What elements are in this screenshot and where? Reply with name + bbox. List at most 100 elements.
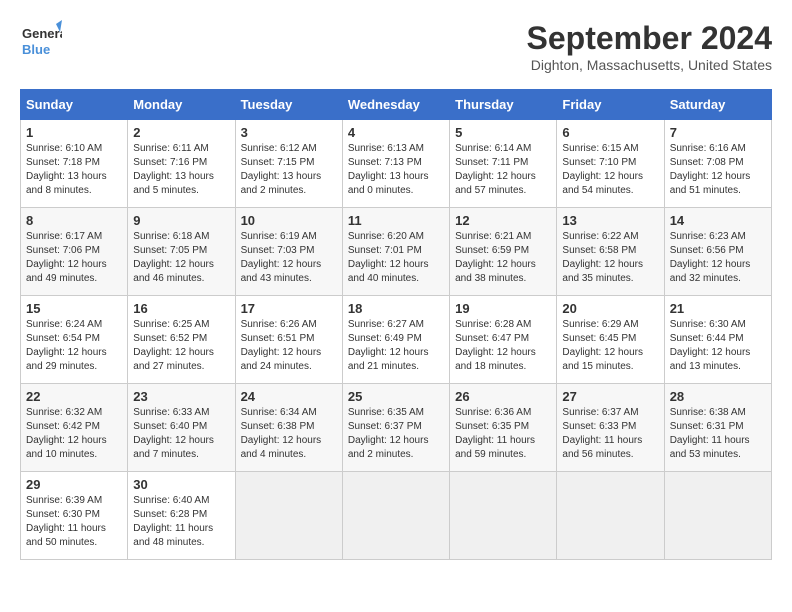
- day-number: 25: [348, 389, 444, 404]
- calendar-day-cell: 10 Sunrise: 6:19 AM Sunset: 7:03 PM Dayli…: [235, 208, 342, 296]
- calendar-day-cell: [450, 472, 557, 560]
- calendar-week-row: 22 Sunrise: 6:32 AM Sunset: 6:42 PM Dayli…: [21, 384, 772, 472]
- calendar-day-cell: 30 Sunrise: 6:40 AM Sunset: 6:28 PM Dayli…: [128, 472, 235, 560]
- calendar-day-cell: 17 Sunrise: 6:26 AM Sunset: 6:51 PM Dayli…: [235, 296, 342, 384]
- day-number: 21: [670, 301, 766, 316]
- day-info: Sunrise: 6:39 AM Sunset: 6:30 PM Dayligh…: [26, 494, 122, 550]
- calendar-day-cell: 3 Sunrise: 6:12 AM Sunset: 7:15 PM Daylig…: [235, 120, 342, 208]
- calendar-week-row: 8 Sunrise: 6:17 AM Sunset: 7:06 PM Daylig…: [21, 208, 772, 296]
- day-number: 4: [348, 125, 444, 140]
- day-info: Sunrise: 6:10 AM Sunset: 7:18 PM Dayligh…: [26, 142, 122, 198]
- calendar-col-header: Monday: [128, 90, 235, 120]
- day-info: Sunrise: 6:36 AM Sunset: 6:35 PM Dayligh…: [455, 406, 551, 462]
- day-number: 28: [670, 389, 766, 404]
- calendar-day-cell: 7 Sunrise: 6:16 AM Sunset: 7:08 PM Daylig…: [664, 120, 771, 208]
- calendar-day-cell: [664, 472, 771, 560]
- day-number: 20: [562, 301, 658, 316]
- day-number: 1: [26, 125, 122, 140]
- title-block: September 2024 Dighton, Massachusetts, U…: [527, 20, 772, 73]
- calendar-day-cell: 13Sunrise: 6:22 AM Sunset: 6:58 PM Dayli…: [557, 208, 664, 296]
- day-number: 6: [562, 125, 658, 140]
- calendar-day-cell: 22 Sunrise: 6:32 AM Sunset: 6:42 PM Dayli…: [21, 384, 128, 472]
- calendar-day-cell: 14Sunrise: 6:23 AM Sunset: 6:56 PM Dayli…: [664, 208, 771, 296]
- day-number: 10: [241, 213, 337, 228]
- day-number: 2: [133, 125, 229, 140]
- day-info: Sunrise: 6:26 AM Sunset: 6:51 PM Dayligh…: [241, 318, 337, 374]
- day-number: 26: [455, 389, 551, 404]
- calendar-day-cell: 19 Sunrise: 6:28 AM Sunset: 6:47 PM Dayli…: [450, 296, 557, 384]
- day-number: 8: [26, 213, 122, 228]
- day-number: 27: [562, 389, 658, 404]
- calendar-day-cell: 8 Sunrise: 6:17 AM Sunset: 7:06 PM Daylig…: [21, 208, 128, 296]
- day-number: 15: [26, 301, 122, 316]
- day-info: Sunrise: 6:22 AM Sunset: 6:58 PM Dayligh…: [562, 230, 658, 286]
- svg-text:Blue: Blue: [22, 42, 50, 57]
- calendar-day-cell: 21Sunrise: 6:30 AM Sunset: 6:44 PM Dayli…: [664, 296, 771, 384]
- day-info: Sunrise: 6:29 AM Sunset: 6:45 PM Dayligh…: [562, 318, 658, 374]
- calendar-col-header: Sunday: [21, 90, 128, 120]
- calendar-day-cell: 12 Sunrise: 6:21 AM Sunset: 6:59 PM Dayli…: [450, 208, 557, 296]
- calendar-day-cell: 29 Sunrise: 6:39 AM Sunset: 6:30 PM Dayli…: [21, 472, 128, 560]
- day-number: 11: [348, 213, 444, 228]
- day-info: Sunrise: 6:19 AM Sunset: 7:03 PM Dayligh…: [241, 230, 337, 286]
- calendar-col-header: Thursday: [450, 90, 557, 120]
- calendar-col-header: Wednesday: [342, 90, 449, 120]
- day-info: Sunrise: 6:35 AM Sunset: 6:37 PM Dayligh…: [348, 406, 444, 462]
- day-info: Sunrise: 6:38 AM Sunset: 6:31 PM Dayligh…: [670, 406, 766, 462]
- calendar-week-row: 29 Sunrise: 6:39 AM Sunset: 6:30 PM Dayli…: [21, 472, 772, 560]
- calendar-day-cell: [557, 472, 664, 560]
- day-number: 30: [133, 477, 229, 492]
- day-info: Sunrise: 6:15 AM Sunset: 7:10 PM Dayligh…: [562, 142, 658, 198]
- day-number: 9: [133, 213, 229, 228]
- calendar-day-cell: 5Sunrise: 6:14 AM Sunset: 7:11 PM Daylig…: [450, 120, 557, 208]
- day-info: Sunrise: 6:16 AM Sunset: 7:08 PM Dayligh…: [670, 142, 766, 198]
- calendar-day-cell: 1 Sunrise: 6:10 AM Sunset: 7:18 PM Daylig…: [21, 120, 128, 208]
- day-number: 7: [670, 125, 766, 140]
- day-number: 29: [26, 477, 122, 492]
- calendar-col-header: Saturday: [664, 90, 771, 120]
- month-title: September 2024: [527, 20, 772, 57]
- day-number: 19: [455, 301, 551, 316]
- day-info: Sunrise: 6:25 AM Sunset: 6:52 PM Dayligh…: [133, 318, 229, 374]
- calendar-day-cell: 20 Sunrise: 6:29 AM Sunset: 6:45 PM Dayli…: [557, 296, 664, 384]
- calendar-day-cell: 15Sunrise: 6:24 AM Sunset: 6:54 PM Dayli…: [21, 296, 128, 384]
- calendar-day-cell: 27 Sunrise: 6:37 AM Sunset: 6:33 PM Dayli…: [557, 384, 664, 472]
- day-info: Sunrise: 6:33 AM Sunset: 6:40 PM Dayligh…: [133, 406, 229, 462]
- day-number: 22: [26, 389, 122, 404]
- day-number: 16: [133, 301, 229, 316]
- day-number: 3: [241, 125, 337, 140]
- day-number: 12: [455, 213, 551, 228]
- day-info: Sunrise: 6:40 AM Sunset: 6:28 PM Dayligh…: [133, 494, 229, 550]
- calendar-col-header: Friday: [557, 90, 664, 120]
- location: Dighton, Massachusetts, United States: [527, 57, 772, 73]
- day-info: Sunrise: 6:12 AM Sunset: 7:15 PM Dayligh…: [241, 142, 337, 198]
- logo-icon: General Blue: [20, 20, 62, 62]
- calendar-day-cell: 28 Sunrise: 6:38 AM Sunset: 6:31 PM Dayli…: [664, 384, 771, 472]
- calendar-week-row: 15Sunrise: 6:24 AM Sunset: 6:54 PM Dayli…: [21, 296, 772, 384]
- calendar-day-cell: 16 Sunrise: 6:25 AM Sunset: 6:52 PM Dayli…: [128, 296, 235, 384]
- day-info: Sunrise: 6:20 AM Sunset: 7:01 PM Dayligh…: [348, 230, 444, 286]
- calendar-day-cell: 23 Sunrise: 6:33 AM Sunset: 6:40 PM Dayli…: [128, 384, 235, 472]
- day-info: Sunrise: 6:28 AM Sunset: 6:47 PM Dayligh…: [455, 318, 551, 374]
- day-number: 17: [241, 301, 337, 316]
- day-number: 18: [348, 301, 444, 316]
- calendar-day-cell: 9 Sunrise: 6:18 AM Sunset: 7:05 PM Daylig…: [128, 208, 235, 296]
- calendar-day-cell: 4Sunrise: 6:13 AM Sunset: 7:13 PM Daylig…: [342, 120, 449, 208]
- calendar-day-cell: 24 Sunrise: 6:34 AM Sunset: 6:38 PM Dayli…: [235, 384, 342, 472]
- calendar-col-header: Tuesday: [235, 90, 342, 120]
- day-number: 24: [241, 389, 337, 404]
- day-info: Sunrise: 6:27 AM Sunset: 6:49 PM Dayligh…: [348, 318, 444, 374]
- day-number: 23: [133, 389, 229, 404]
- calendar-day-cell: 25 Sunrise: 6:35 AM Sunset: 6:37 PM Dayli…: [342, 384, 449, 472]
- svg-text:General: General: [22, 26, 62, 41]
- logo: General Blue: [20, 20, 62, 62]
- calendar-table: SundayMondayTuesdayWednesdayThursdayFrid…: [20, 89, 772, 560]
- day-info: Sunrise: 6:34 AM Sunset: 6:38 PM Dayligh…: [241, 406, 337, 462]
- day-info: Sunrise: 6:21 AM Sunset: 6:59 PM Dayligh…: [455, 230, 551, 286]
- day-info: Sunrise: 6:18 AM Sunset: 7:05 PM Dayligh…: [133, 230, 229, 286]
- day-info: Sunrise: 6:14 AM Sunset: 7:11 PM Dayligh…: [455, 142, 551, 198]
- day-info: Sunrise: 6:32 AM Sunset: 6:42 PM Dayligh…: [26, 406, 122, 462]
- day-info: Sunrise: 6:37 AM Sunset: 6:33 PM Dayligh…: [562, 406, 658, 462]
- day-info: Sunrise: 6:17 AM Sunset: 7:06 PM Dayligh…: [26, 230, 122, 286]
- calendar-day-cell: 11 Sunrise: 6:20 AM Sunset: 7:01 PM Dayli…: [342, 208, 449, 296]
